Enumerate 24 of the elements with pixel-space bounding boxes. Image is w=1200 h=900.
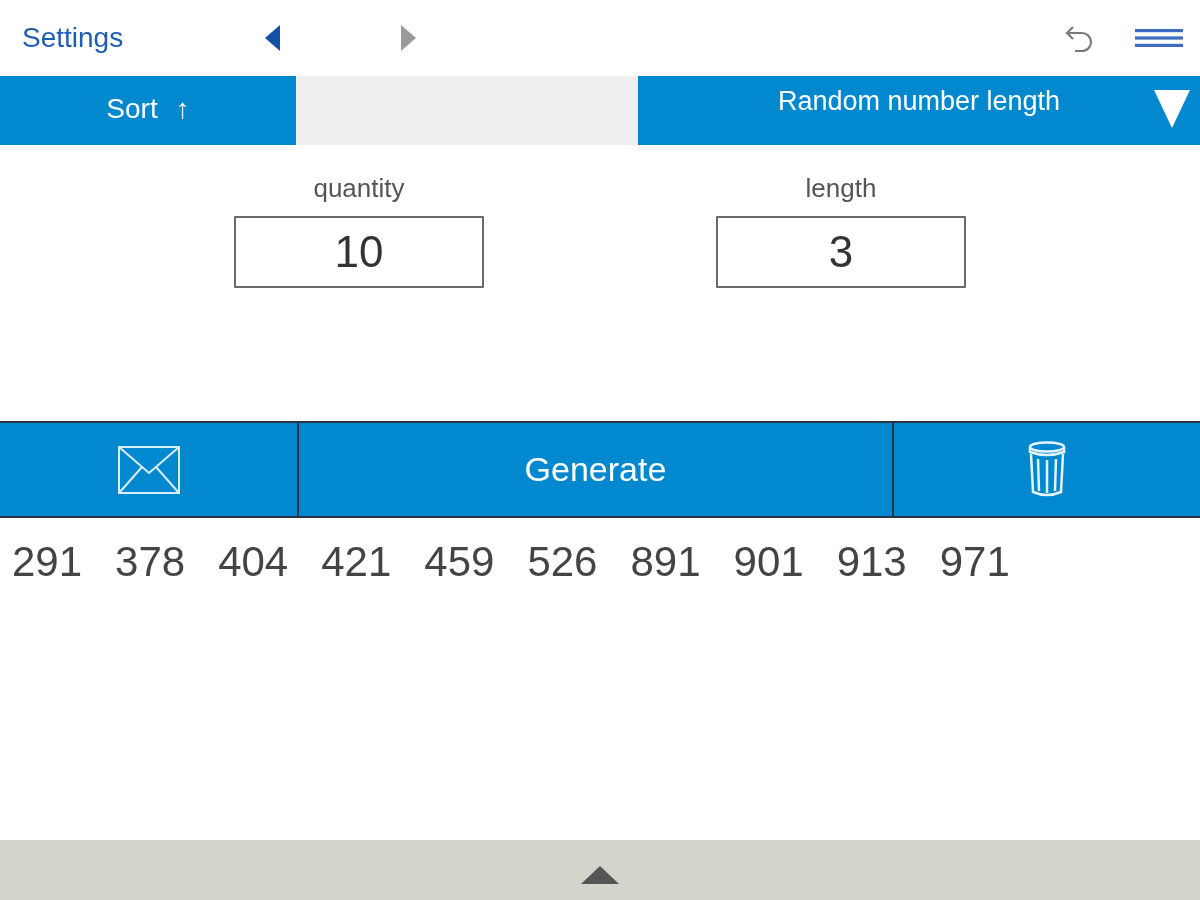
- sort-button[interactable]: Sort ↑: [0, 76, 296, 145]
- undo-icon[interactable]: [1063, 24, 1093, 52]
- result-number: 421: [321, 537, 392, 587]
- result-number: 291: [12, 537, 83, 587]
- result-number: 971: [939, 537, 1010, 587]
- result-number: 891: [630, 537, 701, 587]
- result-number: 378: [115, 537, 186, 587]
- field-label: length: [805, 173, 877, 203]
- result-number: 913: [836, 537, 907, 587]
- number-field[interactable]: 10: [234, 216, 484, 288]
- result-number: 901: [733, 537, 804, 587]
- envelope-icon: [117, 445, 180, 494]
- settings-link[interactable]: Settings: [22, 22, 265, 54]
- up-triangle-icon[interactable]: [581, 866, 619, 884]
- left-triangle-icon[interactable]: [265, 25, 280, 51]
- trash-icon: [1027, 441, 1067, 498]
- caret-icon: [1154, 90, 1190, 128]
- result-number: 404: [218, 537, 289, 587]
- result-number: 459: [424, 537, 495, 587]
- result-number: 526: [527, 537, 598, 587]
- menu-icon[interactable]: [1135, 29, 1183, 47]
- number-field[interactable]: 3: [716, 216, 966, 288]
- field-label: quantity: [313, 173, 405, 203]
- mode-dropdown[interactable]: Random number length: [638, 76, 1200, 145]
